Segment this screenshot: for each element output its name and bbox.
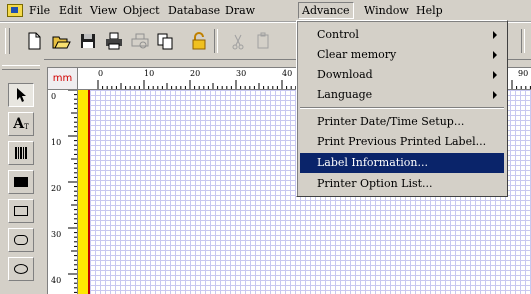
hruler-label: 0	[98, 69, 104, 78]
menu-view[interactable]: View	[87, 3, 120, 18]
menu-draw[interactable]: Draw	[222, 3, 258, 18]
text-tool-subscript: T	[24, 123, 29, 131]
submenu-arrow-icon	[493, 71, 497, 79]
menu-item-control[interactable]: Control	[300, 25, 504, 45]
text-tool-label: A	[13, 116, 25, 132]
pointer-arrow-icon[interactable]	[8, 83, 34, 107]
vruler-label: 40	[51, 276, 62, 285]
lock-icon[interactable]	[189, 31, 209, 51]
menu-item-clear-memory[interactable]: Clear memory	[300, 45, 504, 65]
menu-item-label: Clear memory	[317, 48, 397, 61]
menu-item-label: Language	[317, 88, 373, 101]
menu-item-printer-option-list[interactable]: Printer Option List...	[300, 174, 504, 194]
ellipse-icon[interactable]	[8, 257, 34, 281]
vertical-ruler: 0 10 20 30 40	[48, 90, 78, 294]
vruler-label: 0	[51, 92, 57, 101]
paste-icon[interactable]	[254, 31, 274, 51]
print-preview-icon[interactable]	[130, 31, 150, 51]
hruler-label: 90	[518, 69, 529, 78]
menu-item-print-previous-printed-label[interactable]: Print Previous Printed Label...	[300, 132, 504, 152]
submenu-arrow-icon	[493, 91, 497, 99]
ruler-unit-label[interactable]: mm	[48, 68, 78, 90]
menu-object[interactable]: Object	[120, 3, 163, 18]
toolbar-separator	[214, 29, 218, 53]
menu-item-download[interactable]: Download	[300, 65, 504, 85]
new-document-icon[interactable]	[24, 31, 44, 51]
cut-icon[interactable]	[228, 31, 248, 51]
hruler-label: 30	[236, 69, 247, 78]
tool-palette: A T	[0, 59, 44, 293]
menu-item-label: Printer Option List...	[317, 177, 433, 190]
hruler-label: 10	[144, 69, 155, 78]
menu-window[interactable]: Window	[361, 3, 412, 18]
vruler-label: 30	[51, 230, 62, 239]
menu-item-label-information[interactable]: Label Information...	[300, 153, 504, 173]
menu-item-printer-date-time-setup[interactable]: Printer Date/Time Setup...	[300, 112, 504, 132]
menu-item-label: Download	[317, 68, 373, 81]
rectangle-outline-icon[interactable]	[8, 199, 34, 223]
label-margin-strip	[78, 90, 90, 294]
menu-bar: File Edit View Object Database Draw Adva…	[0, 0, 531, 22]
print-icon[interactable]	[104, 31, 124, 51]
menu-edit[interactable]: Edit	[56, 3, 85, 18]
toolbar-separator-right	[521, 29, 525, 53]
menu-advance[interactable]: Advance	[298, 2, 354, 19]
menu-item-label: Control	[317, 28, 359, 41]
menu-item-label: Label Information...	[317, 156, 428, 169]
menu-help[interactable]: Help	[413, 3, 446, 18]
hruler-label: 20	[190, 69, 201, 78]
filled-rectangle-icon[interactable]	[8, 170, 34, 194]
menu-item-label: Printer Date/Time Setup...	[317, 115, 465, 128]
rounded-rectangle-icon[interactable]	[8, 228, 34, 252]
menu-item-language[interactable]: Language	[300, 85, 504, 105]
menu-separator	[300, 107, 504, 109]
vruler-label: 20	[51, 184, 62, 193]
menu-file[interactable]: File	[26, 3, 53, 18]
barcode-tool-icon[interactable]	[8, 141, 34, 165]
open-folder-icon[interactable]	[51, 31, 71, 51]
app-icon[interactable]	[7, 4, 23, 17]
submenu-arrow-icon	[493, 31, 497, 39]
toolbar-grip[interactable]	[5, 28, 10, 54]
text-tool-icon[interactable]: A T	[8, 112, 34, 136]
copy-pages-icon[interactable]	[155, 31, 175, 51]
menu-database[interactable]: Database	[165, 3, 223, 18]
menu-item-label: Print Previous Printed Label...	[317, 135, 487, 148]
advance-menu-dropdown: Control Clear memory Download Language P…	[296, 20, 508, 197]
hruler-label: 40	[282, 69, 293, 78]
save-disk-icon[interactable]	[78, 31, 98, 51]
submenu-arrow-icon	[493, 51, 497, 59]
palette-grip[interactable]	[2, 65, 40, 70]
vruler-label: 10	[51, 138, 62, 147]
